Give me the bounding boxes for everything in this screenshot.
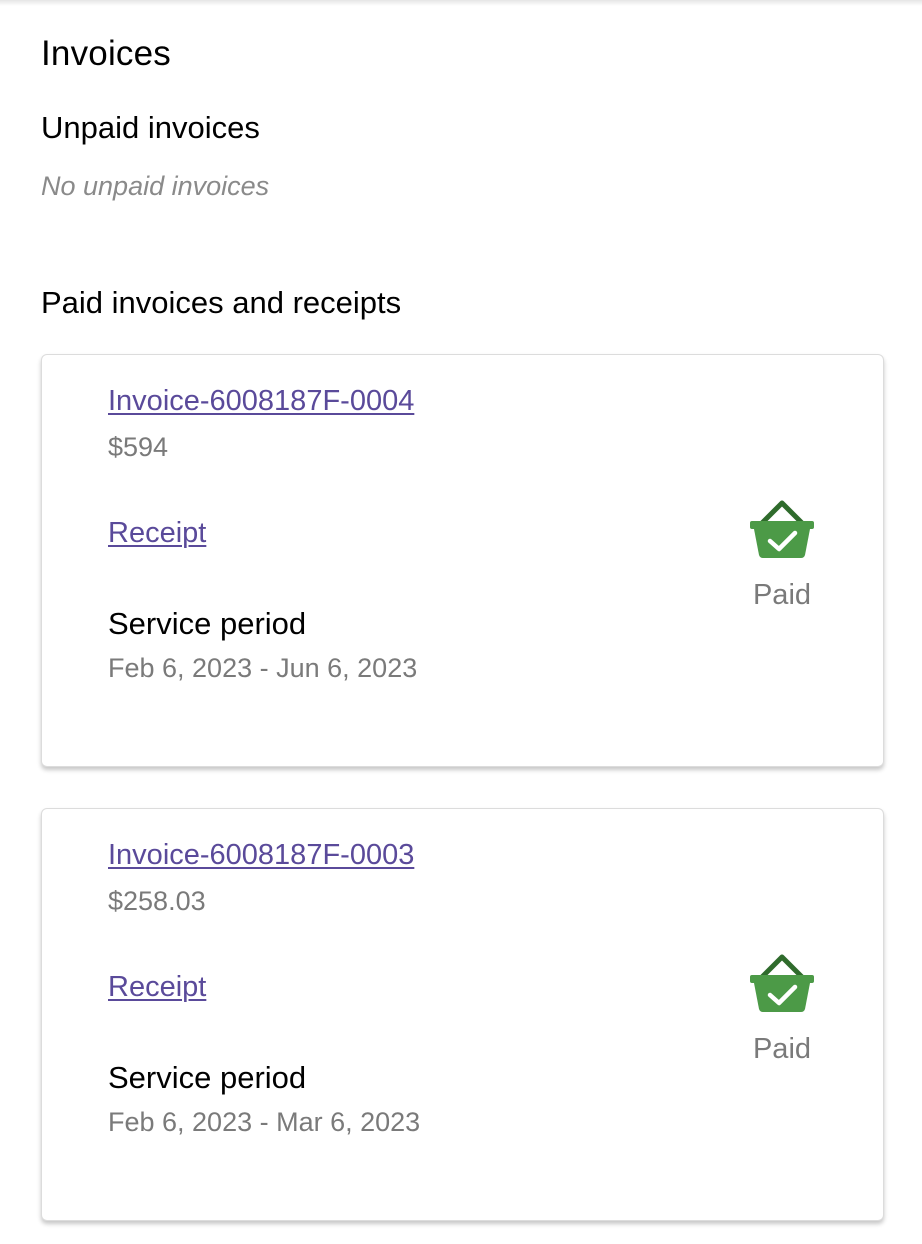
status-text: Paid bbox=[752, 579, 812, 611]
paid-basket-check-icon bbox=[750, 500, 814, 558]
status-text: Paid bbox=[752, 1033, 812, 1065]
page-title: Invoices bbox=[41, 34, 171, 73]
invoice-link[interactable]: Invoice-6008187F-0003 bbox=[108, 839, 414, 872]
paid-invoices-heading: Paid invoices and receipts bbox=[41, 285, 402, 320]
unpaid-invoices-heading: Unpaid invoices bbox=[41, 110, 260, 145]
payment-status: Paid bbox=[742, 951, 822, 1066]
receipt-link[interactable]: Receipt bbox=[108, 517, 206, 550]
invoice-card: Invoice-6008187F-0003 $258.03 Receipt Se… bbox=[41, 808, 884, 1221]
unpaid-invoices-empty-text: No unpaid invoices bbox=[41, 171, 270, 201]
service-period-value: Feb 6, 2023 - Mar 6, 2023 bbox=[108, 1107, 421, 1137]
invoice-amount: $258.03 bbox=[108, 886, 206, 916]
invoice-card: Invoice-6008187F-0004 $594 Receipt Servi… bbox=[41, 354, 884, 767]
invoice-amount: $594 bbox=[108, 432, 169, 462]
paid-basket-check-icon bbox=[750, 954, 814, 1012]
service-period-value: Feb 6, 2023 - Jun 6, 2023 bbox=[108, 653, 418, 683]
receipt-link[interactable]: Receipt bbox=[108, 971, 206, 1004]
invoice-link[interactable]: Invoice-6008187F-0004 bbox=[108, 385, 414, 418]
top-bar-shadow bbox=[0, 0, 922, 6]
payment-status: Paid bbox=[742, 497, 822, 612]
service-period-label: Service period bbox=[108, 606, 307, 641]
service-period-label: Service period bbox=[108, 1060, 307, 1095]
